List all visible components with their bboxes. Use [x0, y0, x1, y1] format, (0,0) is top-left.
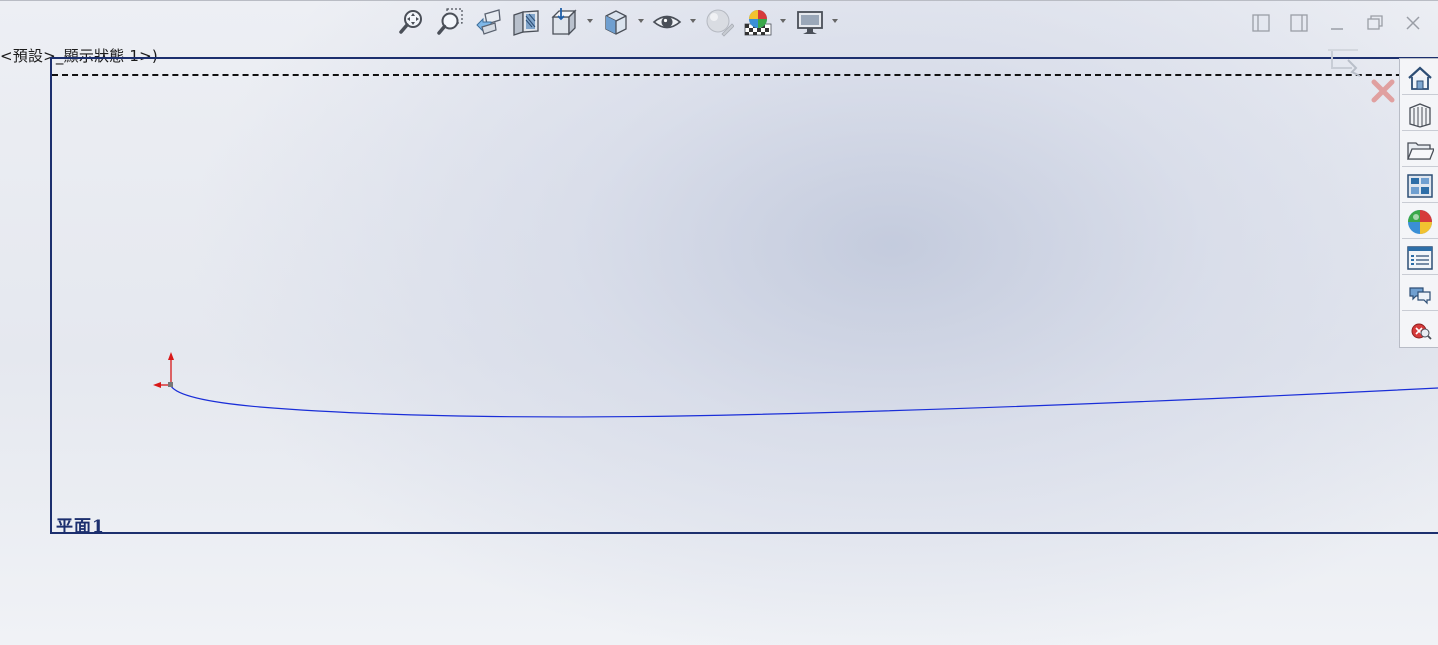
task-pane-tabs — [1399, 58, 1438, 348]
file-explorer-icon[interactable] — [1402, 133, 1438, 167]
design-library-icon[interactable] — [1402, 97, 1438, 131]
home-icon[interactable] — [1402, 61, 1438, 95]
sketch-geometry — [153, 352, 1438, 418]
forum-icon[interactable] — [1402, 277, 1438, 311]
view-palette-icon[interactable] — [1402, 169, 1438, 203]
sketch-spline-curve[interactable] — [170, 385, 1438, 418]
confirmation-corner — [1328, 49, 1395, 103]
custom-properties-icon[interactable] — [1402, 241, 1438, 275]
exit-sketch-icon[interactable] — [1328, 49, 1361, 77]
origin-icon[interactable] — [153, 352, 174, 388]
appearances-icon[interactable] — [1402, 205, 1438, 239]
cancel-sketch-icon[interactable] — [1371, 79, 1395, 103]
solidworks-resources-icon[interactable] — [1402, 313, 1438, 347]
